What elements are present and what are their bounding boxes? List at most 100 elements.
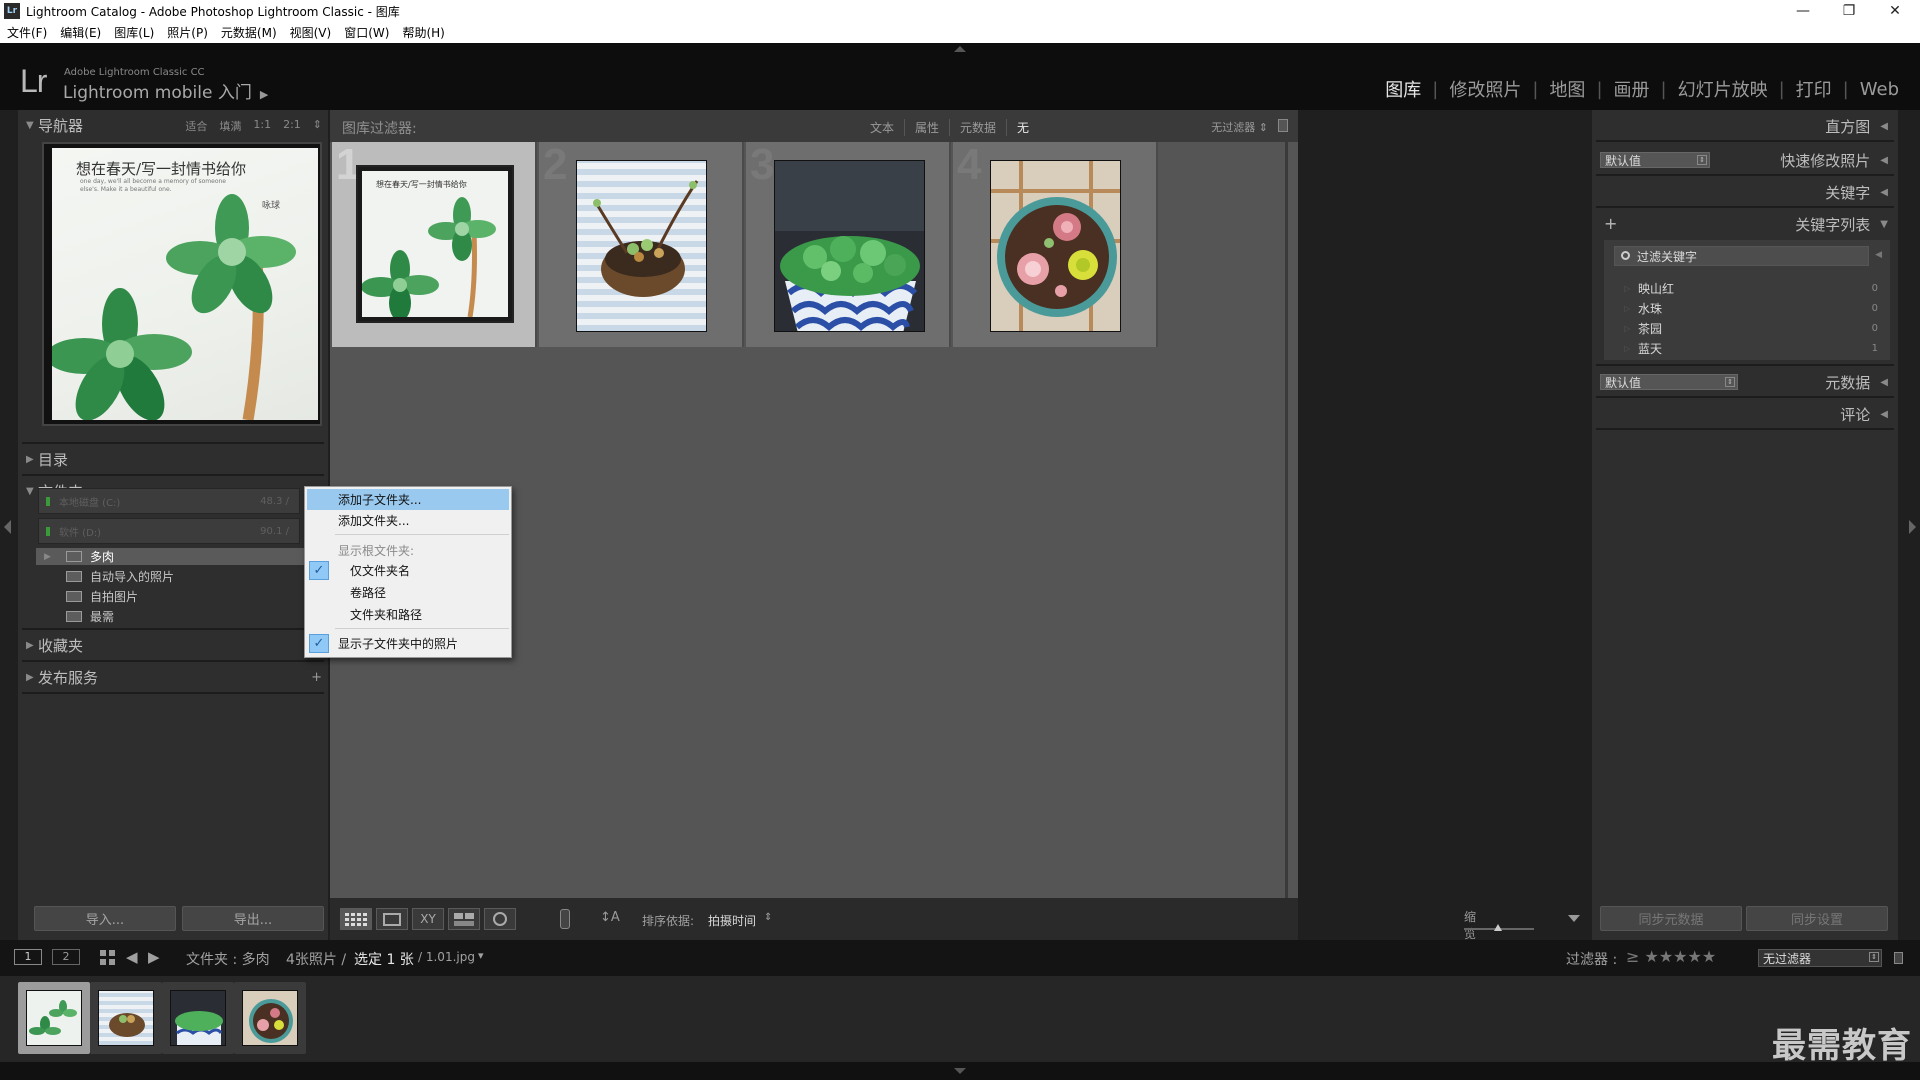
- volume-d[interactable]: 软件 (D:) 90.1 /: [38, 518, 300, 544]
- grid-scrollbar[interactable]: [1285, 142, 1288, 898]
- keyword-item[interactable]: ▷ 水珠 0: [1616, 298, 1882, 318]
- menu-library[interactable]: 图库(L): [114, 24, 154, 41]
- filmstrip-thumb[interactable]: [234, 982, 306, 1054]
- grid-cell[interactable]: 1 想在春天/写一封情书给你: [332, 140, 537, 347]
- add-keyword-icon[interactable]: +: [1604, 214, 1617, 233]
- top-panel-toggle-icon[interactable]: [954, 46, 966, 52]
- navigator-preview[interactable]: 想在春天/写一封情书给你 one day, we'll all become a…: [42, 142, 322, 426]
- module-book[interactable]: 画册: [1603, 76, 1661, 102]
- survey-view-icon[interactable]: [448, 908, 480, 930]
- grid-view-icon[interactable]: [340, 908, 372, 930]
- filmstrip-thumb[interactable]: [90, 982, 162, 1054]
- compare-view-icon[interactable]: XY: [412, 908, 444, 930]
- forward-arrow-icon[interactable]: ▶: [148, 948, 160, 966]
- secondary-window-button[interactable]: 2: [52, 949, 80, 965]
- publish-services-header[interactable]: ▶ 发布服务 +: [18, 662, 328, 692]
- filmstrip-thumb[interactable]: [18, 982, 90, 1054]
- sort-value[interactable]: 拍摄时间: [708, 912, 756, 929]
- filter-tab-none[interactable]: 无: [1007, 119, 1039, 136]
- sort-caret-icon[interactable]: ⇕: [764, 912, 772, 923]
- grid-icon[interactable]: [100, 950, 116, 966]
- filter-tab-text[interactable]: 文本: [860, 119, 906, 136]
- menu-view[interactable]: 视图(V): [290, 24, 332, 41]
- zoom-menu-icon[interactable]: ⇕: [313, 118, 322, 134]
- folder-item[interactable]: ▶ 多肉: [36, 548, 318, 565]
- primary-window-button[interactable]: 1: [14, 949, 42, 965]
- toolbar-menu-icon[interactable]: [1568, 915, 1580, 922]
- module-web[interactable]: Web: [1849, 79, 1910, 100]
- navigator-header[interactable]: ▼ 导航器 适合 填满 1:1 2:1 ⇕: [18, 110, 328, 140]
- quick-develop-header[interactable]: 快速修改照片 ◀: [1780, 150, 1888, 171]
- volume-path-menu-item[interactable]: 卷路径: [307, 582, 509, 603]
- slider-thumb[interactable]: [1494, 924, 1502, 931]
- add-folder-menu-item[interactable]: 添加文件夹...: [307, 510, 509, 531]
- catalog-header[interactable]: ▶ 目录: [18, 444, 328, 474]
- sort-direction-icon[interactable]: ↕A: [600, 910, 620, 925]
- grid-cell[interactable]: 3: [746, 140, 951, 347]
- filename-menu-icon[interactable]: ▾: [478, 949, 484, 962]
- collections-header[interactable]: ▶ 收藏夹: [18, 630, 328, 660]
- people-view-icon[interactable]: [484, 908, 516, 930]
- right-panel-toggle-icon[interactable]: [1909, 520, 1916, 534]
- folder-expand-icon[interactable]: ▶: [44, 552, 51, 562]
- add-publish-service-icon[interactable]: +: [311, 670, 322, 685]
- folder-item[interactable]: 自动导入的照片: [36, 568, 318, 585]
- filter-tab-metadata[interactable]: 元数据: [950, 119, 1008, 136]
- folder-name-only-menu-item[interactable]: ✓ 仅文件夹名: [307, 560, 509, 581]
- comments-header[interactable]: 评论 ◀: [1840, 404, 1888, 425]
- filter-preset-select[interactable]: 无过滤器 ⇕: [1211, 119, 1268, 135]
- filmstrip-filter-select[interactable]: 无过滤器 ⇕: [1758, 949, 1882, 967]
- sync-settings-button[interactable]: 同步设置: [1746, 906, 1888, 931]
- filter-tab-attribute[interactable]: 属性: [905, 119, 951, 136]
- folder-and-path-menu-item[interactable]: 文件夹和路径: [307, 604, 509, 625]
- folder-item[interactable]: 最需 2: [36, 608, 318, 625]
- bottom-panel-toggle[interactable]: [0, 1062, 1920, 1080]
- lightroom-mobile-link[interactable]: Lightroom mobile 入门 ▶: [63, 78, 268, 103]
- close-icon[interactable]: ✕: [1872, 0, 1918, 22]
- volume-c[interactable]: 本地磁盘 (C:) 48.3 /: [38, 488, 300, 514]
- show-subfolder-photos-menu-item[interactable]: ✓ 显示子文件夹中的照片: [307, 633, 509, 654]
- zoom-1-1[interactable]: 1:1: [253, 118, 271, 134]
- rating-filter-stars[interactable]: ≥ ★★★★★: [1626, 947, 1716, 966]
- menu-photo[interactable]: 照片(P): [167, 24, 208, 41]
- grid-cell[interactable]: 4: [953, 140, 1158, 347]
- minimize-icon[interactable]: —: [1780, 0, 1826, 22]
- menu-file[interactable]: 文件(F): [7, 24, 47, 41]
- module-print[interactable]: 打印: [1785, 76, 1843, 102]
- add-subfolder-menu-item[interactable]: 添加子文件夹...: [307, 489, 509, 510]
- filter-lock-icon[interactable]: [1894, 952, 1903, 964]
- maximize-icon[interactable]: ❐: [1826, 0, 1872, 22]
- histogram-header[interactable]: 直方图 ◀: [1825, 116, 1888, 137]
- back-arrow-icon[interactable]: ◀: [126, 948, 138, 966]
- zoom-fill[interactable]: 填满: [219, 118, 241, 134]
- grid-cell[interactable]: 2: [539, 140, 744, 347]
- import-button[interactable]: 导入...: [34, 906, 176, 931]
- zoom-fit[interactable]: 适合: [185, 118, 207, 134]
- quick-develop-preset-select[interactable]: 默认值 ⇕: [1600, 152, 1710, 168]
- spray-can-icon[interactable]: [560, 909, 570, 929]
- bottom-collapse-icon[interactable]: [954, 1068, 966, 1074]
- module-slideshow[interactable]: 幻灯片放映: [1667, 76, 1779, 102]
- folder-item[interactable]: 自拍图片: [36, 588, 318, 605]
- filmstrip-thumb[interactable]: [162, 982, 234, 1054]
- menu-window[interactable]: 窗口(W): [344, 24, 389, 41]
- keyword-item[interactable]: ▷ 蓝天 1: [1616, 338, 1882, 358]
- loupe-view-icon[interactable]: [376, 908, 408, 930]
- keyword-list-header[interactable]: 关键字列表 ▼: [1795, 214, 1888, 235]
- keywording-header[interactable]: 关键字 ◀: [1825, 182, 1888, 203]
- export-button[interactable]: 导出...: [182, 906, 324, 931]
- menu-help[interactable]: 帮助(H): [402, 24, 444, 41]
- folder-path[interactable]: 文件夹 : 多肉: [186, 949, 270, 969]
- module-map[interactable]: 地图: [1538, 76, 1596, 102]
- sync-metadata-button[interactable]: 同步元数据: [1600, 906, 1742, 931]
- keyword-item[interactable]: ▷ 映山红 0: [1616, 278, 1882, 298]
- keyword-item[interactable]: ▷ 茶园 0: [1616, 318, 1882, 338]
- metadata-header[interactable]: 元数据 ◀: [1825, 372, 1888, 393]
- module-develop[interactable]: 修改照片: [1438, 76, 1532, 102]
- left-panel-toggle-icon[interactable]: [4, 520, 11, 534]
- clear-filter-icon[interactable]: ◀: [1875, 250, 1882, 260]
- zoom-2-1[interactable]: 2:1: [283, 118, 301, 134]
- keyword-filter-input[interactable]: 过滤关键字: [1614, 246, 1869, 266]
- module-library[interactable]: 图库: [1374, 76, 1432, 102]
- menu-metadata[interactable]: 元数据(M): [221, 24, 277, 41]
